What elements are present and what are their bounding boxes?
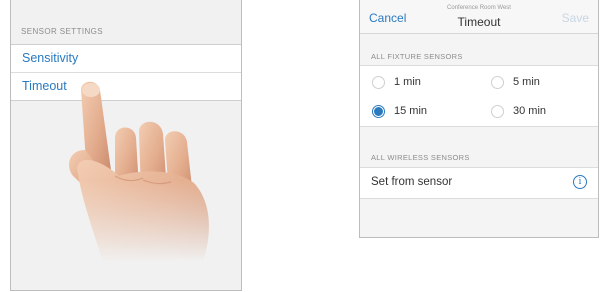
set-from-sensor-row[interactable]: Set from sensor i: [360, 167, 598, 199]
list-item-timeout[interactable]: Timeout: [11, 72, 241, 100]
option-label: 15 min: [394, 105, 428, 117]
option-label: 30 min: [513, 105, 547, 117]
option-label: 5 min: [513, 76, 540, 88]
fixture-sensors-header: ALL FIXTURE SENSORS: [371, 52, 463, 61]
set-from-sensor-label: Set from sensor: [371, 176, 453, 188]
list-item-sensitivity[interactable]: Sensitivity: [11, 45, 241, 72]
radio-unchecked-icon[interactable]: [372, 75, 385, 89]
timeout-options: 1 min 5 min 15 min 30 min: [360, 65, 598, 127]
wireless-sensors-header: ALL WIRELESS SENSORS: [371, 153, 470, 162]
radio-checked-icon[interactable]: [372, 104, 385, 118]
option-5-min[interactable]: 5 min: [491, 73, 540, 91]
timeout-screen: Cancel Conference Room West Timeout Save…: [359, 0, 599, 238]
info-icon[interactable]: i: [573, 175, 587, 189]
radio-unchecked-icon[interactable]: [491, 75, 504, 89]
option-label: 1 min: [394, 76, 421, 88]
save-button[interactable]: Save: [562, 11, 589, 25]
option-1-min[interactable]: 1 min: [372, 73, 421, 91]
navigation-bar: Cancel Conference Room West Timeout Save: [360, 0, 598, 34]
section-header: SENSOR SETTINGS: [21, 27, 104, 36]
sensor-settings-screen: SENSOR SETTINGS Sensitivity Timeout: [10, 0, 242, 291]
option-30-min[interactable]: 30 min: [491, 102, 546, 120]
settings-list: Sensitivity Timeout: [11, 44, 241, 101]
radio-unchecked-icon[interactable]: [491, 104, 504, 118]
option-15-min[interactable]: 15 min: [372, 102, 427, 120]
